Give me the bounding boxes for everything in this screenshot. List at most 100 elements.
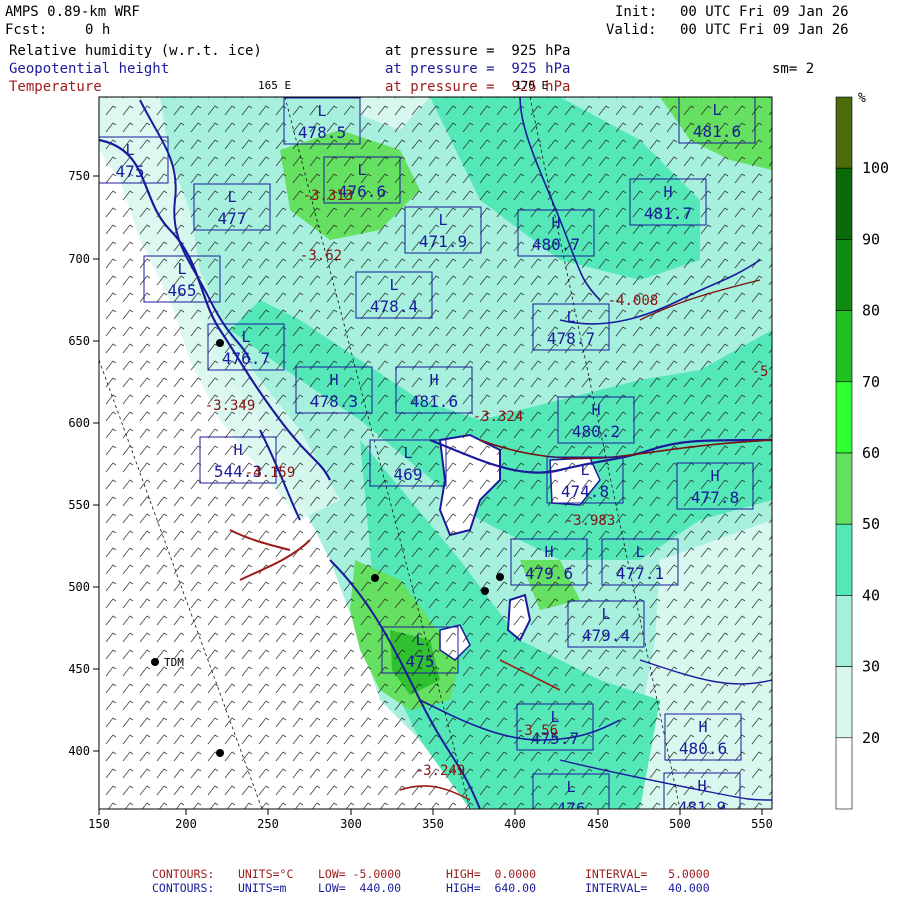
low-marker-value: 478.4 <box>370 297 418 316</box>
temperature-label: -3.324 <box>473 409 524 425</box>
temperature-label: -3.983 <box>565 513 616 529</box>
footer-temp-label: CONTOURS: <box>152 867 215 881</box>
low-marker-letter: L <box>580 461 589 479</box>
x-tick-label: 550 <box>751 817 773 831</box>
colorbar-segment <box>835 239 853 311</box>
footer-height-high: HIGH= 640.00 <box>446 881 537 895</box>
low-marker-letter: L <box>566 308 575 326</box>
temperature-label: -4.008 <box>608 293 659 309</box>
low-marker-letter: L <box>317 102 326 120</box>
x-tick-label: 200 <box>175 817 197 831</box>
colorbar-segment <box>835 167 853 240</box>
x-tick-label: 400 <box>504 817 526 831</box>
high-marker-letter: H <box>591 401 600 419</box>
colorbar-segment <box>835 96 853 169</box>
footer-height-units: UNITS=m <box>238 881 287 895</box>
low-marker-value: 476.7 <box>222 349 270 368</box>
temperature-label: -3.313 <box>303 188 354 204</box>
station-marker-3 <box>371 574 379 582</box>
low-marker-value: 478.7 <box>547 329 595 348</box>
station-marker-4 <box>481 587 489 595</box>
y-tick-label: 650 <box>68 334 90 348</box>
y-tick-label: 450 <box>68 662 90 676</box>
low-marker-value: 474.8 <box>561 482 609 501</box>
high-marker-letter: H <box>329 371 338 389</box>
low-marker-letter: L <box>566 778 575 796</box>
low-marker-value: 478.5 <box>298 123 346 142</box>
footer-temp-units: UNITS=°C <box>238 867 294 881</box>
y-tick-label: 500 <box>68 580 90 594</box>
station-label-tdm: TDM <box>164 656 184 669</box>
low-marker-letter: L <box>125 141 134 159</box>
station-marker-1 <box>216 339 224 347</box>
high-marker-value: 478.3 <box>310 392 358 411</box>
x-tick-label: 150 <box>88 817 110 831</box>
high-marker-letter: H <box>233 441 242 459</box>
colorbar-tick-label: 40 <box>862 586 880 604</box>
low-marker-value: 479.4 <box>582 626 630 645</box>
map-plot-area: H 481.7 H 480.7 H 478.3 H 481.6 H 480.2 H 477.8 H 479… <box>99 97 772 817</box>
y-axis: 750 700 650 600 550 500 450 400 <box>68 169 99 758</box>
footer-temp-high: HIGH= 0.0000 <box>446 867 537 881</box>
high-marker-letter: H <box>663 183 672 201</box>
footer-temp-interval: INTERVAL= 5.0000 <box>585 867 710 881</box>
station-marker-5 <box>496 573 504 581</box>
colorbar-segment <box>835 737 853 810</box>
x-tick-label: 350 <box>422 817 444 831</box>
colorbar: 20 30 40 50 60 70 80 90 100 <box>835 96 889 810</box>
high-marker-value: 479.6 <box>525 564 573 583</box>
low-marker-value: 477.1 <box>616 564 664 583</box>
footer-height-interval: INTERVAL= 40.000 <box>585 881 710 895</box>
colorbar-tick-label: 50 <box>862 515 880 533</box>
high-marker-value: 481.9 <box>678 798 726 817</box>
y-tick-label: 400 <box>68 744 90 758</box>
station-marker-tdm <box>151 658 159 666</box>
station-marker-2 <box>216 749 224 757</box>
low-marker-value: 477 <box>218 209 247 228</box>
colorbar-segment <box>835 381 853 454</box>
low-marker-letter: L <box>635 543 644 561</box>
high-marker-value: 480.2 <box>572 422 620 441</box>
y-tick-label: 750 <box>68 169 90 183</box>
colorbar-segment <box>835 595 853 667</box>
y-tick-label: 700 <box>68 252 90 266</box>
high-marker-letter: H <box>698 718 707 736</box>
colorbar-tick-label: 100 <box>862 159 889 177</box>
colorbar-segment <box>835 666 853 739</box>
high-marker-value: 477.8 <box>691 488 739 507</box>
low-marker-value: 481.6 <box>693 122 741 141</box>
high-marker-letter: H <box>697 777 706 795</box>
y-tick-label: 550 <box>68 498 90 512</box>
colorbar-tick-label: 70 <box>862 373 880 391</box>
x-tick-label: 500 <box>669 817 691 831</box>
colorbar-unit: % <box>858 91 866 106</box>
high-marker-value: 480.7 <box>532 235 580 254</box>
low-marker-letter: L <box>601 605 610 623</box>
high-marker-value: 480.6 <box>679 739 727 758</box>
colorbar-segment <box>835 310 853 383</box>
temperature-label: -3.62 <box>300 248 342 264</box>
high-marker-letter: H <box>710 467 719 485</box>
x-tick-label: 300 <box>340 817 362 831</box>
footer-temp-low: LOW= -5.0000 <box>318 867 402 881</box>
x-tick-label: 250 <box>257 817 279 831</box>
temperature-label: -3.349 <box>205 398 256 414</box>
y-tick-label: 600 <box>68 416 90 430</box>
colorbar-segment <box>835 452 853 525</box>
high-marker-letter: H <box>429 371 438 389</box>
low-marker-letter: L <box>177 260 186 278</box>
low-marker-letter: L <box>227 188 236 206</box>
colorbar-tick-label: 60 <box>862 444 880 462</box>
colorbar-tick-label: 90 <box>862 230 880 248</box>
temperature-label: -5 <box>752 364 769 380</box>
colorbar-segment <box>835 523 853 596</box>
temperature-label: -3.249 <box>415 763 466 779</box>
colorbar-tick-label: 20 <box>862 729 880 747</box>
x-tick-label: 450 <box>587 817 609 831</box>
high-marker-letter: H <box>551 214 560 232</box>
low-marker-letter: L <box>241 328 250 346</box>
footer-height-low: LOW= 440.00 <box>318 881 402 895</box>
low-marker-letter: L <box>357 161 366 179</box>
colorbar-tick-label: 80 <box>862 302 880 320</box>
low-marker-value: 469 <box>394 465 423 484</box>
